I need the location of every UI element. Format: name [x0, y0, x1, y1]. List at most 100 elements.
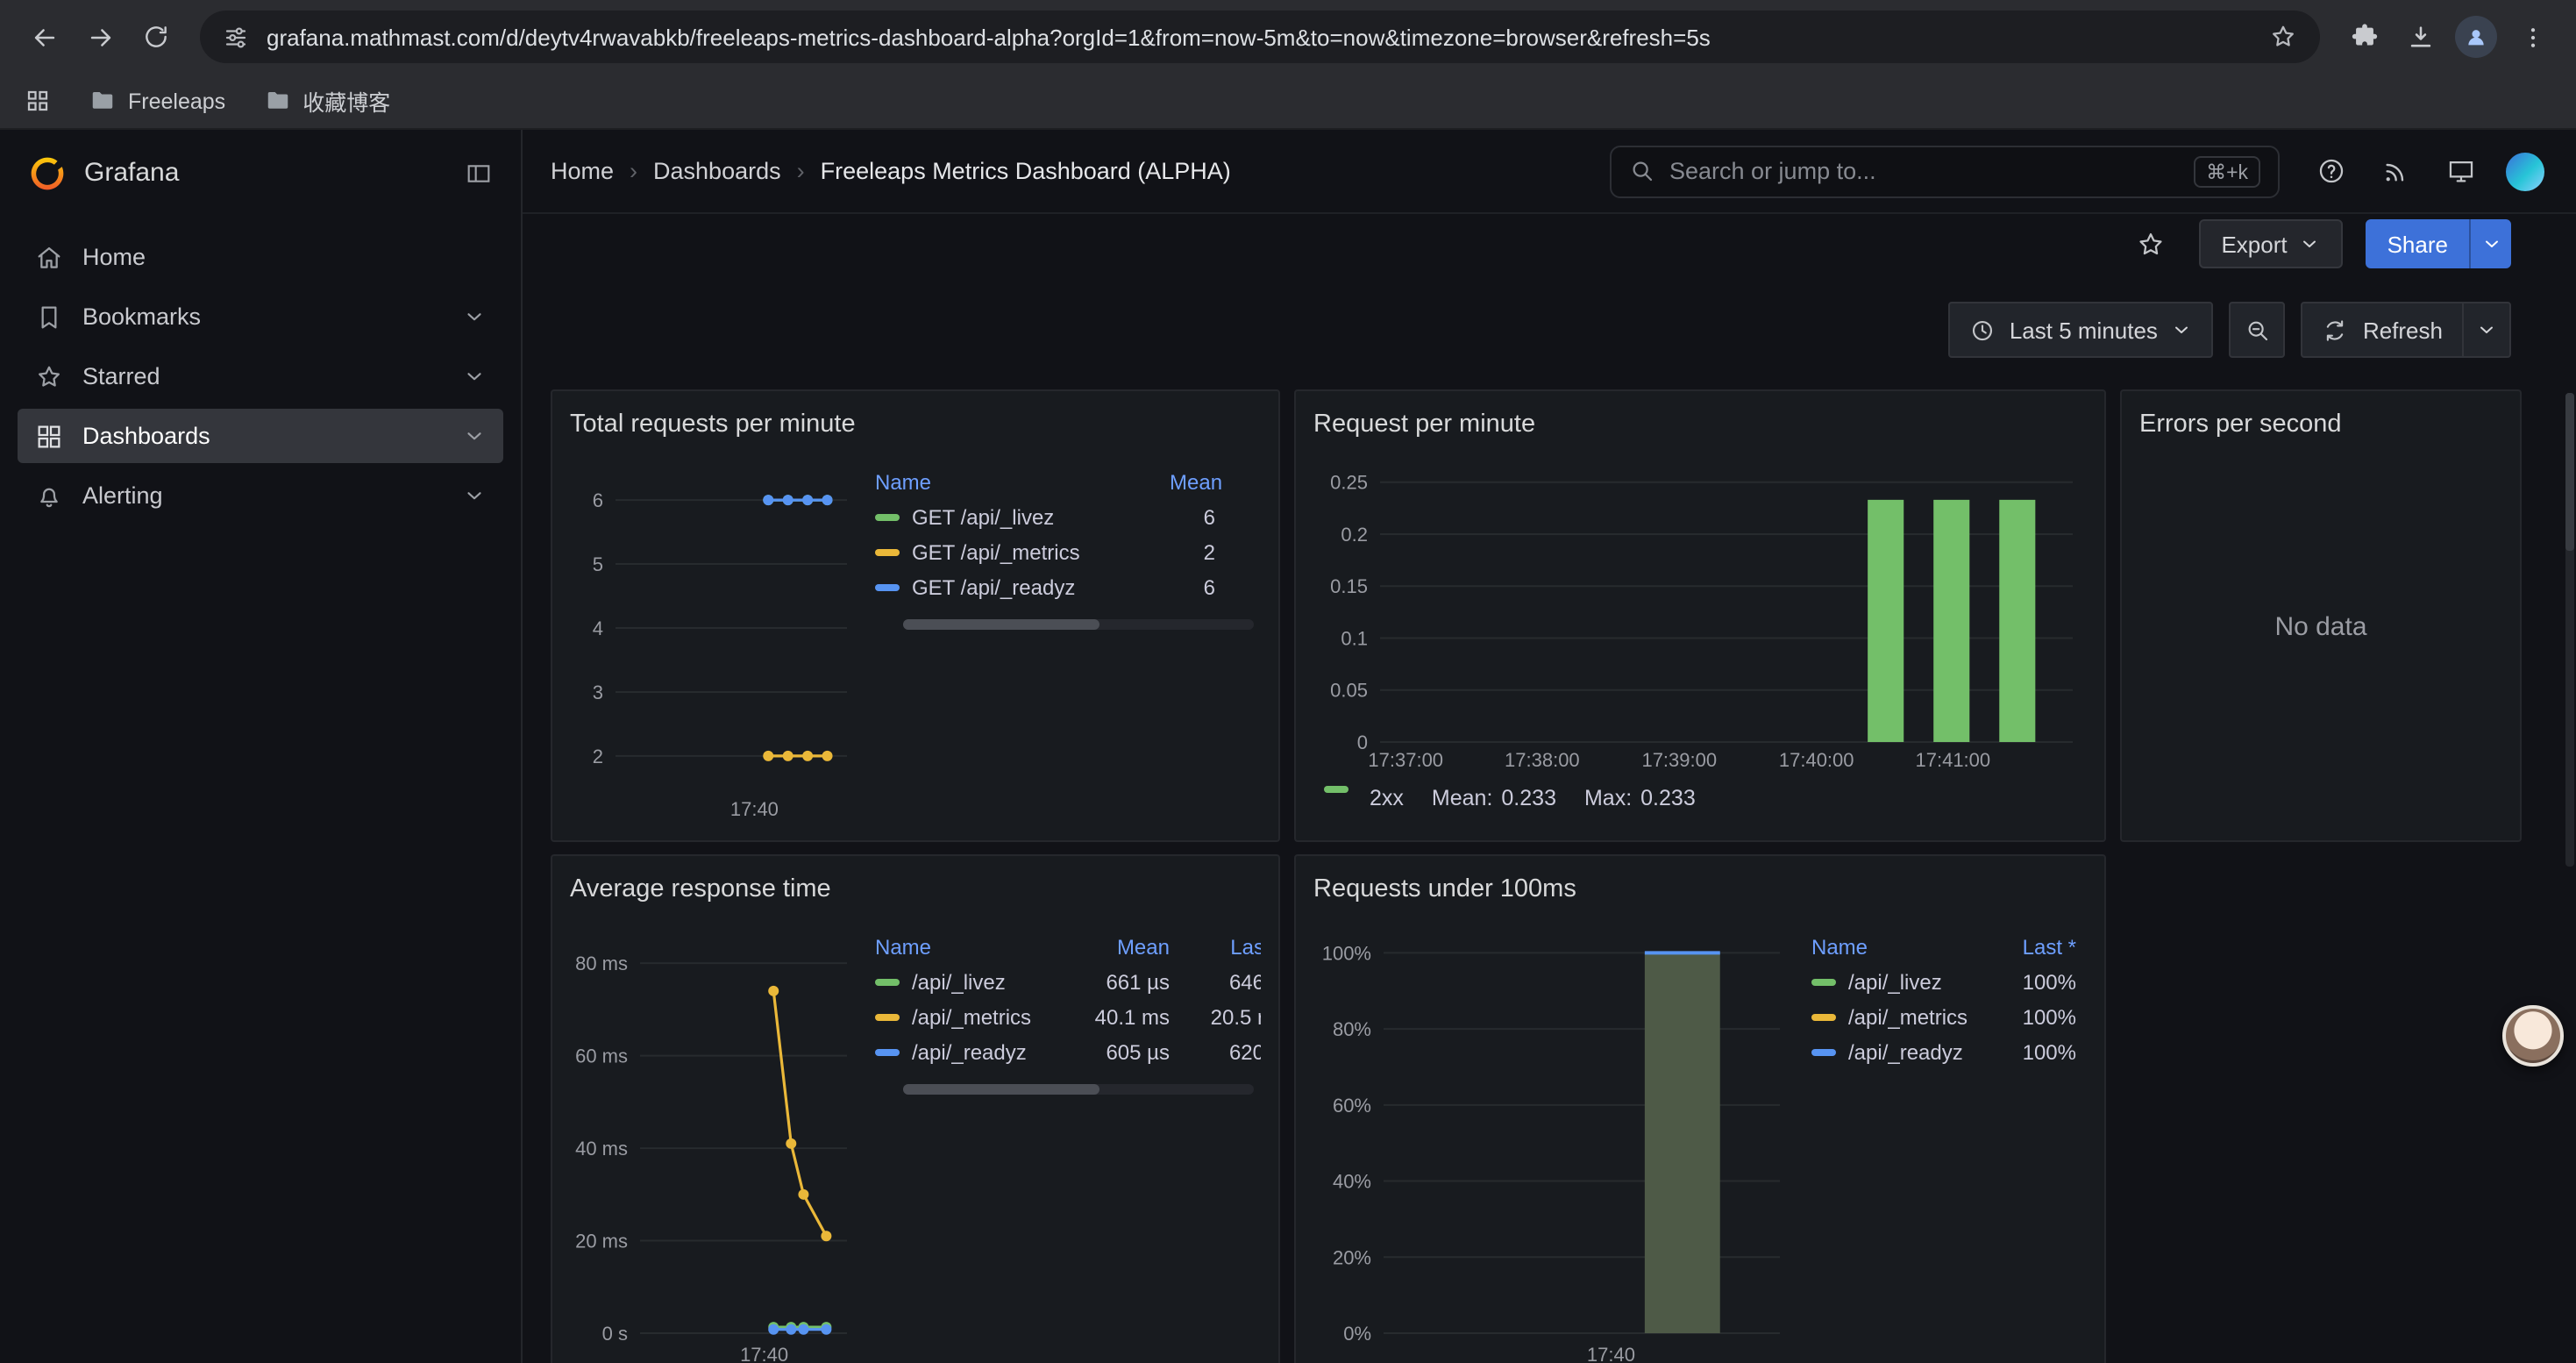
series-name[interactable]: /api/_metrics [912, 1005, 1031, 1030]
breadcrumb: Home › Dashboards › Freeleaps Metrics Da… [551, 158, 1231, 184]
timeseries-chart[interactable]: 6543217:40 [570, 447, 857, 826]
time-range-picker[interactable]: Last 5 minutes [1948, 302, 2214, 358]
legend-header-last[interactable]: Last * [1980, 930, 2083, 965]
favorite-star-button[interactable] [2126, 219, 2175, 268]
legend-header-mean[interactable]: Mean [1075, 930, 1177, 965]
kiosk-monitor-button[interactable] [2437, 148, 2483, 194]
series-name[interactable]: /api/_livez [912, 970, 1006, 995]
export-button[interactable]: Export [2198, 219, 2343, 268]
browser-menu-button[interactable] [2506, 11, 2558, 63]
extensions-button[interactable] [2338, 11, 2390, 63]
url-bar[interactable]: grafana.mathmast.com/d/deytv4rwavabkb/fr… [200, 11, 2320, 63]
floating-extension-avatar[interactable] [2502, 1005, 2564, 1067]
svg-text:0: 0 [1357, 731, 1368, 753]
breadcrumb-dashboards[interactable]: Dashboards [653, 158, 781, 184]
puzzle-icon [2349, 22, 2379, 52]
brand-name[interactable]: Grafana [84, 158, 179, 188]
svg-text:100%: 100% [1322, 942, 1371, 964]
series-name[interactable]: /api/_metrics [1848, 1005, 1968, 1030]
forward-arrow-icon [85, 22, 115, 52]
panel-total-requests: Total requests per minute 6543217:40 Nam… [551, 389, 1280, 842]
panel-title[interactable]: Average response time [570, 867, 1261, 912]
clock-icon [1969, 317, 1996, 343]
svg-text:17:38:00: 17:38:00 [1505, 749, 1580, 771]
help-button[interactable] [2308, 148, 2353, 194]
legend-header-name[interactable]: Name [1804, 930, 1980, 965]
breadcrumb-home[interactable]: Home [551, 158, 614, 184]
bar-chart[interactable]: 100%80%60%40%20%0%17:40 [1313, 912, 1794, 1363]
chevron-down-icon[interactable] [463, 305, 486, 328]
series-name[interactable]: /api/_livez [1848, 970, 1942, 995]
dashboard-scrollbar[interactable] [2565, 393, 2574, 867]
timeseries-chart[interactable]: 80 ms60 ms40 ms20 ms0 s17:40 [570, 912, 857, 1363]
back-button[interactable] [18, 11, 70, 63]
chevron-down-icon[interactable] [463, 365, 486, 388]
kebab-menu-icon [2519, 24, 2545, 50]
home-icon [35, 243, 63, 271]
series-name[interactable]: GET /api/_metrics [912, 540, 1080, 565]
reload-button[interactable] [130, 11, 182, 63]
series-last: 100% [1980, 965, 2083, 1000]
scrollbar-thumb[interactable] [2565, 393, 2574, 551]
news-rss-button[interactable] [2373, 148, 2418, 194]
series-name[interactable]: /api/_readyz [912, 1040, 1027, 1065]
search-box[interactable]: ⌘+k [1610, 145, 2280, 197]
scrollbar-thumb[interactable] [903, 1084, 1099, 1095]
time-controls: Last 5 minutes Refresh [523, 302, 2576, 358]
refresh-interval-button[interactable] [2462, 303, 2509, 356]
refresh-button[interactable]: Refresh [2303, 303, 2462, 356]
share-menu-button[interactable] [2469, 219, 2511, 268]
sidebar-item-alerting[interactable]: Alerting [18, 468, 503, 523]
panel-title[interactable]: Total requests per minute [570, 402, 1261, 447]
legend-header-last[interactable]: Las [1177, 930, 1261, 965]
panel-title[interactable]: Requests under 100ms [1313, 867, 2087, 912]
profile-button[interactable] [2450, 11, 2502, 63]
series-mean: 2 [1163, 535, 1261, 570]
legend-row: GET /api/_livez 6 [868, 500, 1261, 535]
breadcrumb-current: Freeleaps Metrics Dashboard (ALPHA) [821, 158, 1231, 184]
no-data-message: No data [2139, 447, 2502, 807]
legend-header-mean[interactable]: Mean [1163, 465, 1261, 500]
bookmark-folder-freeleaps[interactable]: Freeleaps [89, 88, 225, 114]
series-name[interactable]: 2xx [1370, 786, 1404, 810]
series-name[interactable]: GET /api/_livez [912, 505, 1054, 530]
sidebar-item-home[interactable]: Home [18, 230, 503, 284]
legend-scrollbar[interactable] [903, 1084, 1254, 1095]
sidebar-item-dashboards[interactable]: Dashboards [18, 409, 503, 463]
bell-icon [35, 482, 63, 510]
downloads-button[interactable] [2394, 11, 2446, 63]
bar-chart[interactable]: 0.250.20.150.10.05017:37:0017:38:0017:39… [1313, 447, 2090, 777]
search-input[interactable] [1669, 158, 2180, 184]
dock-menu-button[interactable] [465, 159, 493, 187]
svg-text:0.05: 0.05 [1330, 680, 1368, 702]
sidebar-item-bookmarks[interactable]: Bookmarks [18, 289, 503, 344]
panel-title[interactable]: Request per minute [1313, 402, 2087, 447]
bookmark-star-icon[interactable] [2269, 23, 2297, 51]
zoom-out-icon [2245, 317, 2271, 343]
grafana-logo[interactable] [28, 153, 67, 192]
user-avatar[interactable] [2502, 148, 2548, 194]
bookmark-folder-blogs[interactable]: 收藏博客 [264, 84, 390, 118]
forward-button[interactable] [74, 11, 126, 63]
panel-title[interactable]: Errors per second [2139, 402, 2502, 447]
apps-grid-icon[interactable] [25, 88, 51, 114]
chevron-down-icon [2476, 319, 2497, 340]
legend-scrollbar[interactable] [903, 619, 1254, 630]
zoom-out-button[interactable] [2230, 302, 2286, 358]
series-name[interactable]: /api/_readyz [1848, 1040, 1963, 1065]
series-mean: 6 [1163, 570, 1261, 605]
series-name[interactable]: GET /api/_readyz [912, 575, 1075, 600]
chevron-down-icon[interactable] [463, 484, 486, 507]
stat-value: 0.233 [1501, 786, 1556, 810]
series-color-icon [875, 1014, 900, 1021]
site-settings-icon[interactable] [223, 24, 249, 50]
legend-header-name[interactable]: Name [868, 930, 1075, 965]
legend-header-name[interactable]: Name [868, 465, 1163, 500]
scrollbar-thumb[interactable] [903, 619, 1099, 630]
chevron-down-icon[interactable] [463, 425, 486, 447]
share-button[interactable]: Share [2366, 219, 2469, 268]
series-mean: 605 µs [1075, 1035, 1177, 1070]
screen: grafana.mathmast.com/d/deytv4rwavabkb/fr… [0, 0, 2576, 1363]
share-split-button: Share [2366, 219, 2511, 268]
sidebar-item-starred[interactable]: Starred [18, 349, 503, 403]
